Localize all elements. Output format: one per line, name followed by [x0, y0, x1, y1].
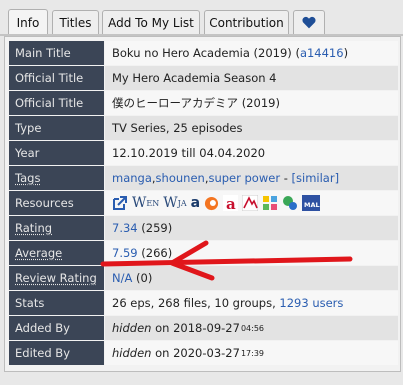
rating-votes: (259): [137, 221, 173, 235]
type-label: Type: [9, 116, 104, 140]
added-by-value: hidden on 2018-09-27 04:56: [105, 316, 398, 340]
tags-label: Tags: [9, 166, 104, 190]
wikipedia-ja-icon[interactable]: W JA: [163, 195, 186, 211]
official-title-label: Official Title: [9, 91, 104, 115]
edited-by-value: hidden on 2020-03-27 17:39: [105, 341, 398, 365]
tab-add-to-my-list[interactable]: Add To My List: [102, 10, 200, 34]
review-rating-value: N/A (0): [105, 266, 398, 290]
review-votes: (0): [132, 271, 153, 285]
tab-bar: Info Titles Add To My List Contribution: [0, 0, 403, 36]
edited-by-user: hidden: [112, 346, 152, 360]
row-type: Type TV Series, 25 episodes: [9, 116, 398, 141]
tag-link[interactable]: super power: [208, 171, 280, 185]
tags-label-text: Tags: [15, 171, 41, 185]
stats-value: 26 eps, 268 files, 10 groups, 1293 users: [105, 291, 398, 315]
row-official-title-en: Official Title My Hero Academia Season 4: [9, 66, 398, 91]
row-stats: Stats 26 eps, 268 files, 10 groups, 1293…: [9, 291, 398, 316]
tab-contribution[interactable]: Contribution: [204, 10, 289, 34]
tags-value: manga, shounen, super power - [similar]: [105, 166, 398, 190]
main-title-text: Boku no Hero Academia (2019) (: [112, 46, 300, 60]
row-average: Average 7.59 (266): [9, 241, 398, 266]
resources-value: W EN W JA a a MAL: [105, 191, 398, 215]
official-title-en-value: My Hero Academia Season 4: [105, 66, 398, 90]
animenewsnetwork-icon[interactable]: a: [223, 195, 239, 211]
year-value: 12.10.2019 till 04.04.2020: [105, 141, 398, 165]
info-table: Main Title Boku no Hero Academia (2019) …: [4, 36, 401, 372]
tag-link[interactable]: shounen: [156, 171, 205, 185]
rating-score-link[interactable]: 7.34: [112, 221, 138, 235]
rating-label-text: Rating: [15, 221, 53, 235]
average-label: Average: [9, 241, 104, 265]
row-tags: Tags manga, shounen, super power - [simi…: [9, 166, 398, 191]
rating-label: Rating: [9, 216, 104, 240]
myanimelist-icon[interactable]: MAL: [302, 195, 321, 211]
official-title-ja-value: 僕のヒーローアカデミア (2019): [105, 91, 398, 115]
edited-by-date: 2020-03-27: [173, 346, 240, 360]
allcinema-icon[interactable]: [262, 195, 278, 211]
official-title-label: Official Title: [9, 66, 104, 90]
tab-info[interactable]: Info: [8, 9, 48, 36]
review-score-link[interactable]: N/A: [112, 271, 132, 285]
main-title-label: Main Title: [9, 41, 104, 65]
anisearch-icon[interactable]: [282, 195, 298, 211]
row-added-by: Added By hidden on 2018-09-27 04:56: [9, 316, 398, 341]
row-review-rating: Review Rating N/A (0): [9, 266, 398, 291]
row-rating: Rating 7.34 (259): [9, 216, 398, 241]
row-year: Year 12.10.2019 till 04.04.2020: [9, 141, 398, 166]
added-by-user: hidden: [112, 321, 152, 335]
year-label: Year: [9, 141, 104, 165]
edited-by-on: on: [151, 346, 174, 360]
heart-icon: [302, 16, 316, 29]
average-label-text: Average: [15, 246, 63, 260]
stats-text: 26 eps, 268 files, 10 groups,: [112, 296, 280, 310]
row-official-title-ja: Official Title 僕のヒーローアカデミア (2019): [9, 91, 398, 116]
average-value: 7.59 (266): [105, 241, 398, 265]
row-resources: Resources W EN W JA a a MAL: [9, 191, 398, 216]
wiki-ja-sup: JA: [177, 198, 187, 208]
external-link-icon[interactable]: [112, 195, 128, 211]
wiki-en-sup: EN: [146, 198, 160, 208]
review-rating-label-text: Review Rating: [15, 271, 97, 285]
type-value: TV Series, 25 episodes: [105, 116, 398, 140]
anime-planet-icon[interactable]: [242, 195, 259, 211]
svg-text:a: a: [226, 195, 236, 211]
added-by-on: on: [151, 321, 174, 335]
stats-label: Stats: [9, 291, 104, 315]
wikipedia-en-icon[interactable]: W EN: [132, 195, 159, 211]
average-votes: (266): [137, 246, 173, 260]
edited-by-label: Edited By: [9, 341, 104, 365]
tab-titles[interactable]: Titles: [52, 10, 99, 34]
tag-link[interactable]: manga: [112, 171, 152, 185]
users-link[interactable]: 1293 users: [279, 296, 343, 310]
added-by-time: 04:56: [240, 323, 264, 333]
anime-id-link[interactable]: a14416: [300, 46, 344, 60]
resources-label: Resources: [9, 191, 104, 215]
tab-titles-label: Titles: [59, 15, 92, 30]
rating-value: 7.34 (259): [105, 216, 398, 240]
average-score-link[interactable]: 7.59: [112, 246, 138, 260]
main-title-suffix: ): [343, 46, 349, 60]
row-edited-by: Edited By hidden on 2020-03-27 17:39: [9, 341, 398, 366]
edited-by-time: 17:39: [240, 348, 264, 358]
tag-dash: -: [280, 171, 292, 185]
crunchyroll-icon[interactable]: [204, 195, 219, 211]
mal-text: MAL: [304, 201, 320, 209]
added-by-date: 2018-09-27: [173, 321, 240, 335]
tab-info-label: Info: [16, 16, 40, 30]
added-by-label: Added By: [9, 316, 104, 340]
review-rating-label: Review Rating: [9, 266, 104, 290]
similar-link[interactable]: [similar]: [292, 171, 340, 185]
amazon-icon[interactable]: a: [191, 195, 200, 211]
tab-contribution-label: Contribution: [209, 15, 284, 30]
main-title-value: Boku no Hero Academia (2019) (a14416): [105, 41, 398, 65]
row-main-title: Main Title Boku no Hero Academia (2019) …: [9, 41, 398, 66]
tab-add-label: Add To My List: [108, 15, 194, 30]
tab-favorite[interactable]: [293, 10, 325, 34]
